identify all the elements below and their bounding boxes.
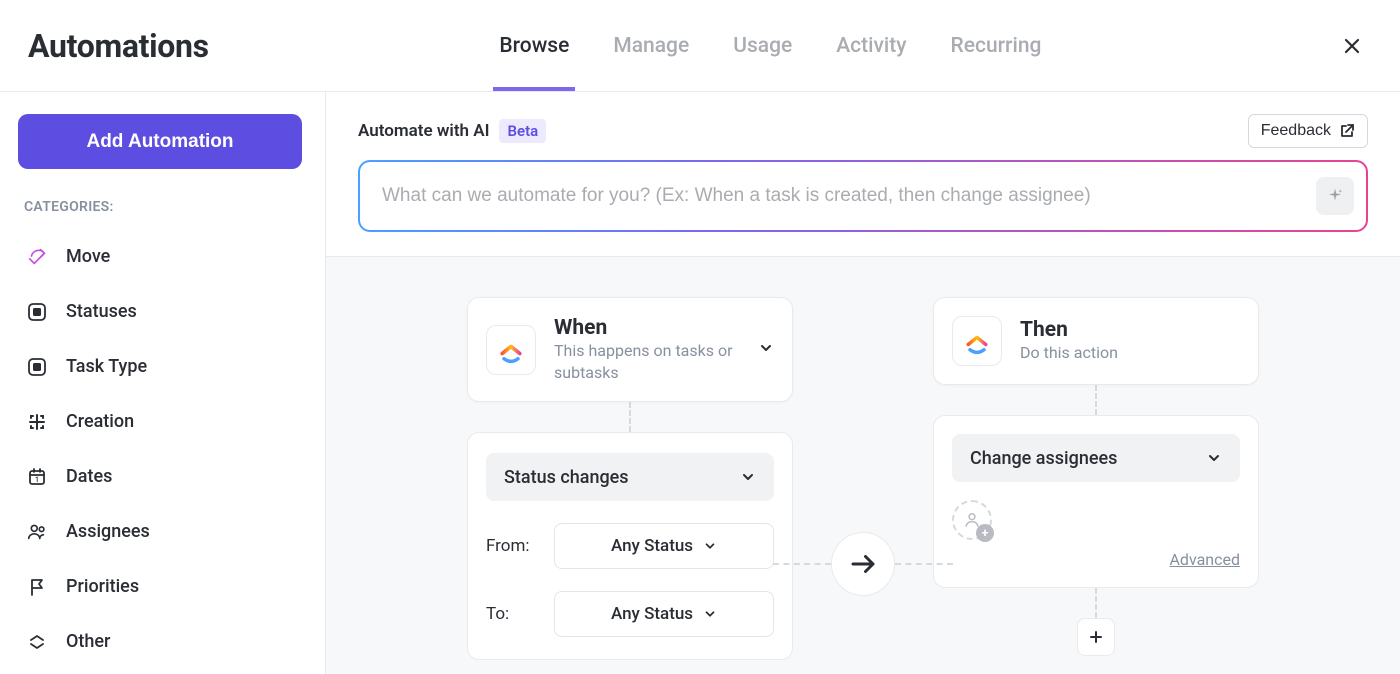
sidebar-item-move[interactable]: Move	[18, 229, 307, 284]
ai-section: Automate with AI Beta Feedback	[326, 92, 1400, 257]
tab-browse[interactable]: Browse	[499, 0, 569, 91]
advanced-link[interactable]: Advanced	[952, 550, 1240, 569]
beta-badge: Beta	[499, 119, 546, 143]
to-label: To:	[486, 604, 536, 624]
trigger-type-select[interactable]: Status changes	[486, 453, 774, 501]
sidebar-item-label: Move	[66, 246, 110, 267]
sidebar-item-label: Statuses	[66, 301, 137, 322]
from-label: From:	[486, 536, 536, 556]
sparkle-icon	[1326, 187, 1344, 205]
connector	[1095, 385, 1097, 415]
sidebar-item-label: Assignees	[66, 521, 150, 542]
sidebar-item-label: Priorities	[66, 576, 139, 597]
to-status-select[interactable]: Any Status	[554, 591, 774, 637]
other-icon	[26, 631, 48, 653]
add-assignee-button[interactable]: +	[952, 500, 992, 540]
ai-submit-button[interactable]	[1316, 177, 1354, 215]
sidebar-item-priorities[interactable]: Priorities	[18, 559, 307, 614]
action-type-select[interactable]: Change assignees	[952, 434, 1240, 482]
sidebar-item-statuses[interactable]: Statuses	[18, 284, 307, 339]
add-action-button[interactable]	[1077, 618, 1115, 656]
action-panel: Change assignees + Advanced	[933, 415, 1259, 588]
sidebar-item-task-type[interactable]: Task Type	[18, 339, 307, 394]
sidebar-item-label: Creation	[66, 411, 134, 432]
tab-recurring[interactable]: Recurring	[951, 0, 1042, 91]
chevron-down-icon	[703, 607, 717, 621]
categories-heading: CATEGORIES:	[18, 199, 307, 215]
plus-icon: +	[976, 524, 994, 542]
automation-canvas: When This happens on tasks or subtasks S…	[326, 257, 1400, 674]
chevron-down-icon	[740, 469, 756, 485]
plus-icon	[1088, 629, 1104, 645]
close-icon	[1342, 36, 1362, 56]
svg-text:1: 1	[35, 476, 39, 484]
connector	[629, 402, 631, 432]
then-title: Then	[1020, 318, 1118, 342]
status-icon	[26, 301, 48, 323]
task-type-icon	[26, 356, 48, 378]
external-link-icon	[1339, 123, 1355, 139]
chevron-down-icon	[703, 539, 717, 553]
clickup-logo-icon	[952, 316, 1002, 366]
from-status-select[interactable]: Any Status	[554, 523, 774, 569]
chevron-down-icon	[758, 340, 774, 360]
when-card[interactable]: When This happens on tasks or subtasks	[467, 297, 793, 402]
chevron-down-icon	[1206, 450, 1222, 466]
move-icon	[26, 246, 48, 268]
connector	[1095, 588, 1097, 618]
then-subtitle: Do this action	[1020, 342, 1118, 364]
clickup-logo-icon	[486, 325, 536, 375]
flow-arrow	[773, 532, 953, 596]
trigger-panel: Status changes From: Any Status To:	[467, 432, 793, 660]
tab-manage[interactable]: Manage	[613, 0, 689, 91]
sidebar-item-creation[interactable]: Creation	[18, 394, 307, 449]
when-subtitle: This happens on tasks or subtasks	[554, 340, 740, 383]
when-title: When	[554, 316, 740, 340]
creation-icon	[26, 411, 48, 433]
sidebar-item-label: Task Type	[66, 356, 147, 377]
tab-activity[interactable]: Activity	[836, 0, 906, 91]
tab-usage[interactable]: Usage	[733, 0, 792, 91]
assignees-icon	[26, 521, 48, 543]
sidebar-item-label: Other	[66, 631, 110, 652]
sidebar-item-assignees[interactable]: Assignees	[18, 504, 307, 559]
tabs: Browse Manage Usage Activity Recurring	[209, 0, 1332, 91]
sidebar-item-dates[interactable]: 1 Dates	[18, 449, 307, 504]
ai-input[interactable]	[382, 185, 1316, 207]
sidebar-item-other[interactable]: Other	[18, 614, 307, 669]
ai-label: Automate with AI Beta	[358, 119, 546, 143]
sidebar: Add Automation CATEGORIES: Move Statuses…	[0, 92, 326, 674]
then-card[interactable]: Then Do this action	[933, 297, 1259, 385]
arrow-right-icon	[848, 549, 878, 579]
page-title: Automations	[28, 27, 209, 65]
sidebar-item-label: Dates	[66, 466, 112, 487]
priorities-icon	[26, 576, 48, 598]
close-button[interactable]	[1332, 26, 1372, 66]
feedback-button[interactable]: Feedback	[1248, 114, 1368, 148]
dates-icon: 1	[26, 466, 48, 488]
add-automation-button[interactable]: Add Automation	[18, 114, 302, 169]
